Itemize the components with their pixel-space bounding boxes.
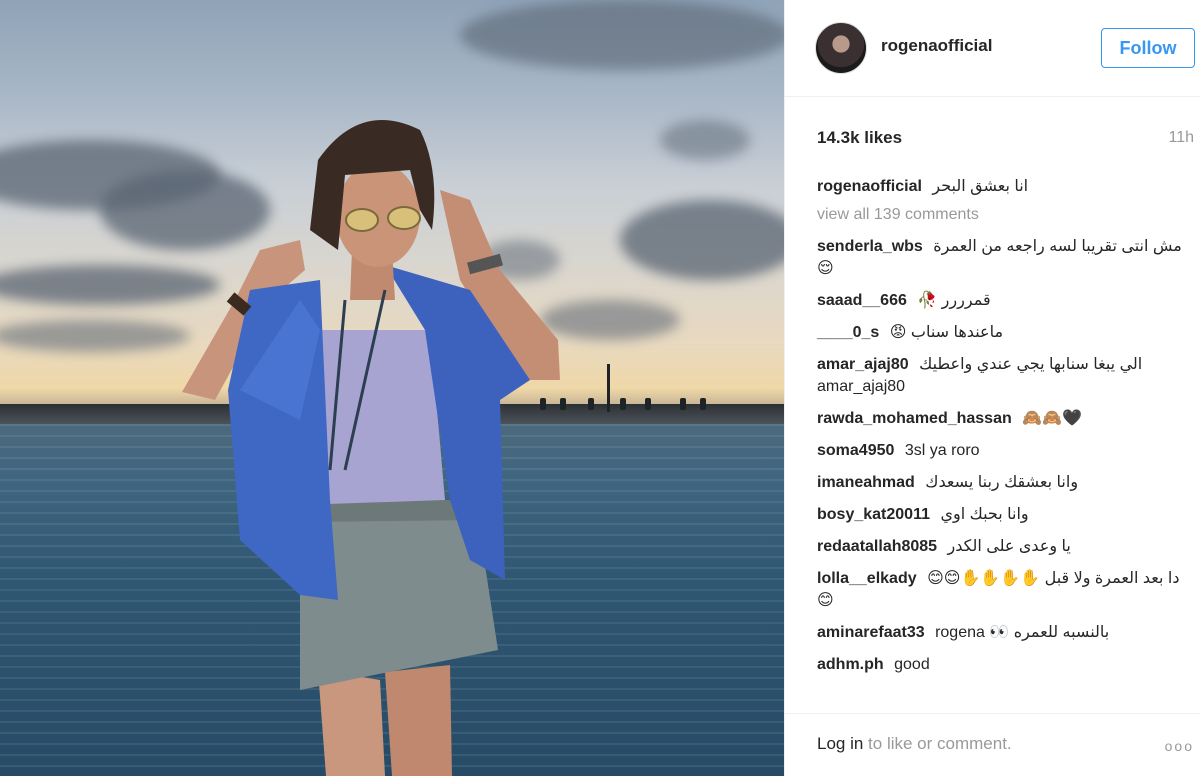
comment-username[interactable]: amar_ajaj80 (817, 356, 909, 373)
post-sidebar: rogenaofficial Follow 14.3k likes 11h ro… (784, 0, 1200, 776)
comment-username[interactable]: rawda_mohamed_hassan (817, 410, 1012, 427)
follow-button[interactable]: Follow (1101, 28, 1195, 68)
comment-text: 🙈🙈🖤 (1022, 410, 1082, 427)
comment-username[interactable]: lolla__elkady (817, 570, 917, 587)
comment-item: soma4950 3sl ya roro (817, 440, 1188, 462)
caption-username[interactable]: rogenaofficial (817, 178, 922, 195)
comment-text: وانا بحبك اوي (940, 506, 1029, 523)
woman-figure (182, 120, 560, 776)
comment-username[interactable]: bosy_kat20011 (817, 506, 930, 523)
post-photo[interactable] (0, 0, 784, 776)
comment-item: rawda_mohamed_hassan 🙈🙈🖤 (817, 408, 1188, 430)
login-prompt-text: to like or comment. (863, 734, 1012, 753)
comment-text: good (894, 656, 930, 673)
likes-count[interactable]: 14.3k likes (817, 128, 902, 148)
comment-item: amar_ajaj80 الي يبغا سنابها يجي عندي واع… (817, 354, 1188, 398)
comment-text: 3sl ya roro (904, 442, 980, 459)
caption-text: انا بعشق البحر (932, 178, 1029, 195)
caption: rogenaofficial انا بعشق البحر (817, 176, 1188, 198)
comment-username[interactable]: senderla_wbs (817, 238, 923, 255)
login-link[interactable]: Log in (817, 734, 863, 753)
comment-item: redaatallah8085 يا وعدى على الكدر (817, 536, 1188, 558)
comment-username[interactable]: redaatallah8085 (817, 538, 937, 555)
comment-text: وانا بعشقك ربنا يسعدك (925, 474, 1079, 491)
likes-row: 14.3k likes 11h (817, 128, 1194, 150)
comment-username[interactable]: aminarefaat33 (817, 624, 925, 641)
comment-username[interactable]: soma4950 (817, 442, 894, 459)
comment-item: ____0_s ماعندها سناب 😡 (817, 322, 1188, 344)
comment-list: rogenaofficial انا بعشق البحر view all 1… (817, 176, 1188, 686)
comment-item: aminarefaat33 بالنسبه للعمره 👀 rogena (817, 622, 1188, 644)
comment-text: يا وعدى على الكدر (947, 538, 1071, 555)
comment-item: saaad__666 قمرررر 🥀 (817, 290, 1188, 312)
post-age[interactable]: 11h (1168, 129, 1194, 147)
comment-item: senderla_wbs مش انتى تقريبا لسه راجعه من… (817, 236, 1188, 280)
view-all-comments-link[interactable]: view all 139 comments (817, 204, 1188, 226)
instagram-post: rogenaofficial Follow 14.3k likes 11h ro… (0, 0, 1200, 776)
comment-item: bosy_kat20011 وانا بحبك اوي (817, 504, 1188, 526)
comment-username[interactable]: adhm.ph (817, 656, 884, 673)
comment-text: ماعندها سناب 😡 (889, 324, 1004, 341)
comment-text: بالنسبه للعمره 👀 rogena (935, 624, 1110, 641)
comment-username[interactable]: saaad__666 (817, 292, 907, 309)
comment-text: قمرررر 🥀 (917, 292, 991, 309)
more-options-icon[interactable]: ooo (1165, 738, 1194, 754)
comment-username[interactable]: imaneahmad (817, 474, 915, 491)
comment-item: imaneahmad وانا بعشقك ربنا يسعدك (817, 472, 1188, 494)
post-footer: Log in to like or comment. ooo (785, 713, 1200, 776)
comment-item: adhm.ph good (817, 654, 1188, 676)
login-prompt: Log in to like or comment. (817, 734, 1012, 754)
post-header: rogenaofficial Follow (785, 0, 1200, 97)
comment-item: lolla__elkady دا بعد العمرة ولا قبل ✋✋✋✋… (817, 568, 1188, 612)
username-link[interactable]: rogenaofficial (881, 36, 992, 56)
avatar[interactable] (815, 22, 867, 74)
comment-username[interactable]: ____0_s (817, 324, 879, 341)
